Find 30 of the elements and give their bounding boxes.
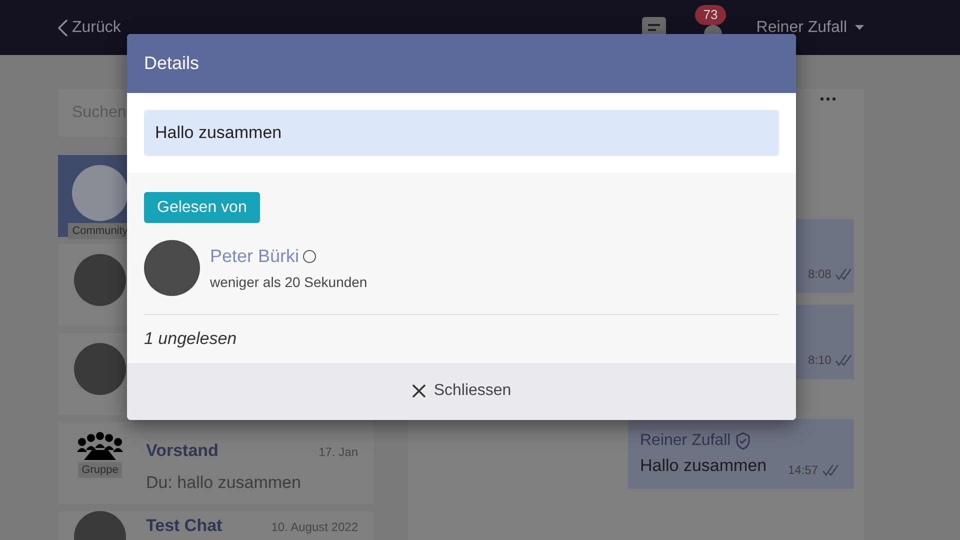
chat-name: Test Chat: [146, 515, 222, 537]
message-time: 8:10: [808, 352, 832, 369]
read-by-label: Gelesen von: [144, 192, 260, 223]
user-menu[interactable]: Reiner Zufall: [756, 16, 864, 40]
message-text-box: Hallo zusammen: [144, 110, 779, 156]
reader-name[interactable]: Peter Bürki: [210, 243, 300, 270]
unread-count: 1 ungelesen: [144, 328, 238, 350]
close-icon: [412, 384, 426, 398]
notification-badge: 73: [695, 4, 726, 24]
dialog-title: Details: [144, 52, 200, 75]
chevron-left-icon: [58, 18, 68, 36]
more-icon[interactable]: [820, 97, 836, 101]
message-time: 14:57: [788, 462, 818, 478]
chat-list-item[interactable]: Gruppe Vorstand 17. Jan Du: hallo zusammen: [58, 422, 374, 504]
sender-name: Reiner Zufall: [640, 431, 731, 451]
chat-date: 10. August 2022: [271, 519, 358, 536]
message-text: Hallo zusammen: [640, 455, 767, 477]
avatar: [74, 343, 126, 395]
chat-type-tag: Gruppe: [78, 462, 122, 478]
people-group-icon: [76, 432, 124, 460]
chat-date: 17. Jan: [318, 444, 358, 461]
close-button[interactable]: Schliessen: [412, 379, 512, 403]
caret-icon: [855, 25, 864, 30]
message-preview: Du: hallo zusammen: [146, 472, 302, 494]
avatar: [74, 254, 126, 306]
read-time: weniger als 20 Sekunden: [210, 273, 368, 292]
chat-list-item[interactable]: Test Chat 10. August 2022: [58, 511, 374, 540]
chat-name: Vorstand: [146, 440, 218, 462]
back-link[interactable]: Zurück: [58, 16, 121, 40]
message-time: 8:08: [808, 266, 832, 283]
